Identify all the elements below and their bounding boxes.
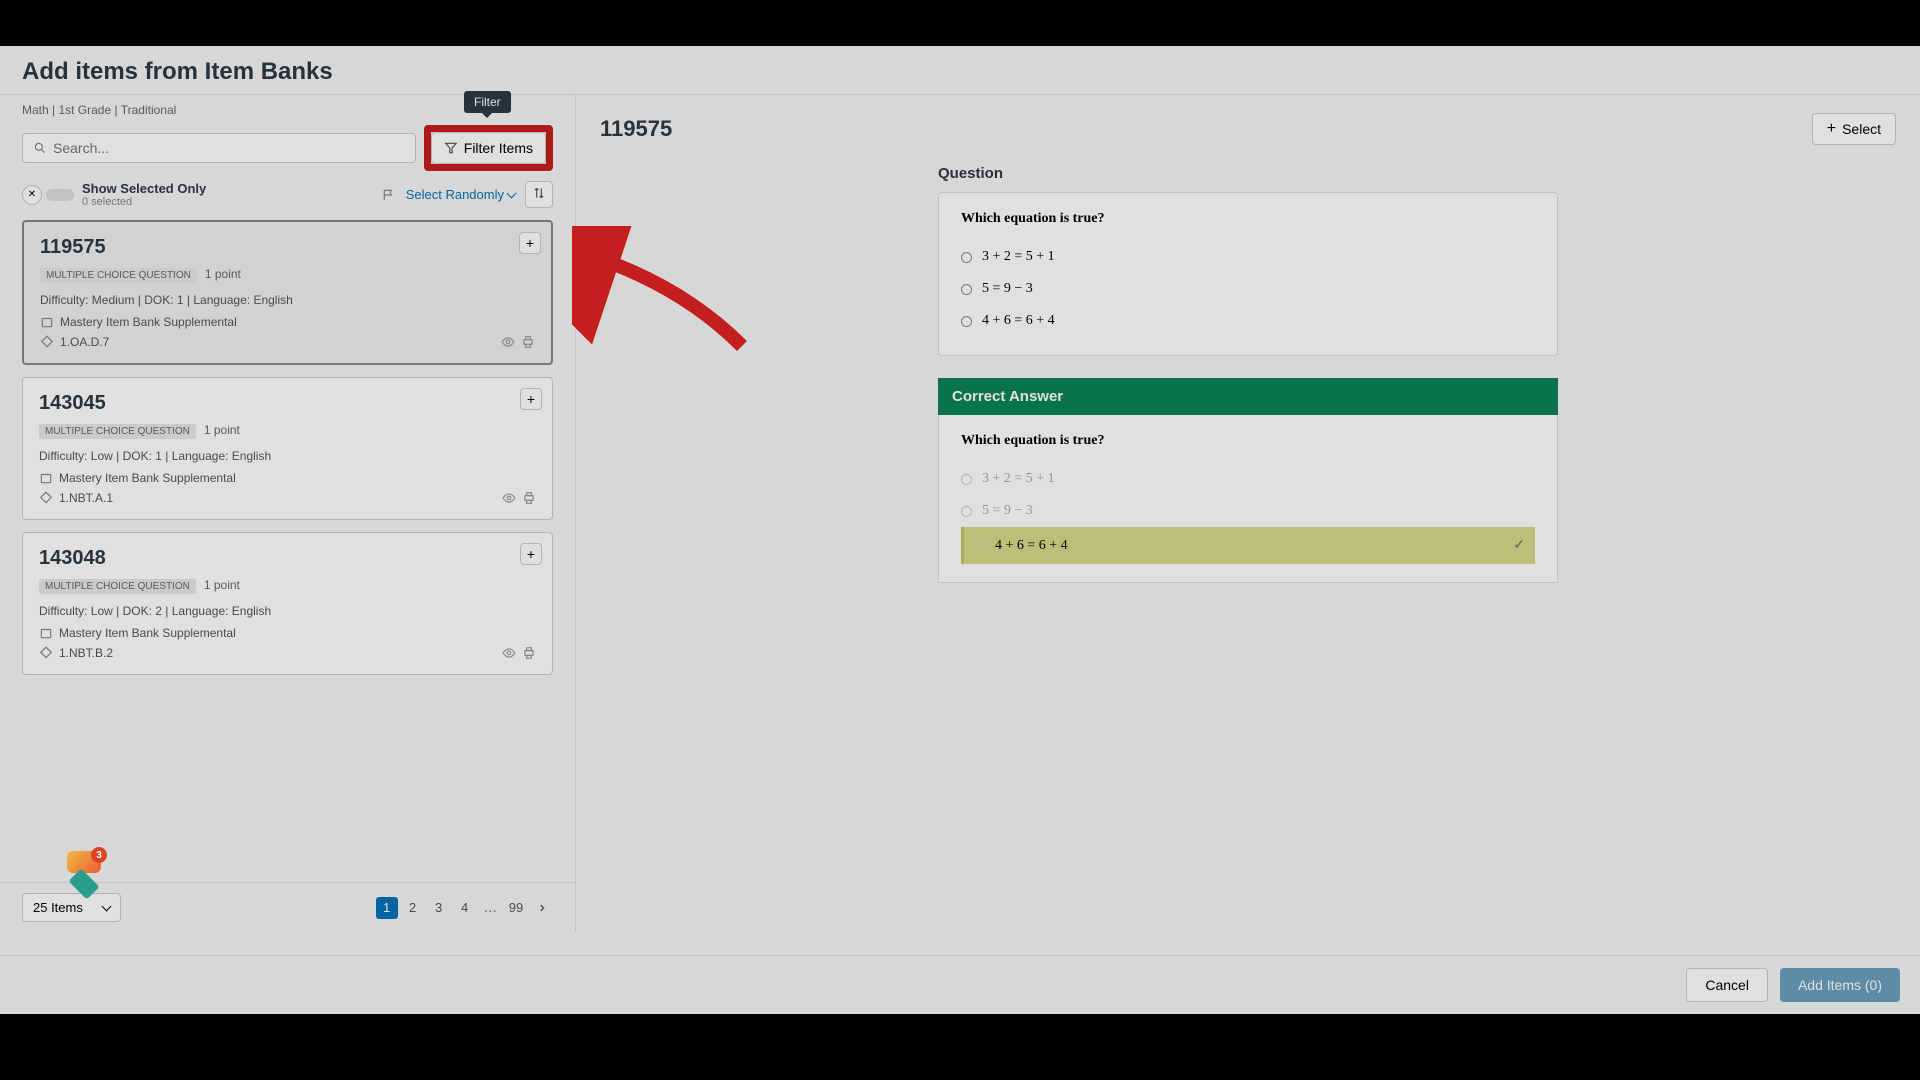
select-randomly-dropdown[interactable]: Select Randomly bbox=[406, 187, 515, 202]
add-item-button[interactable]: + bbox=[520, 388, 542, 410]
check-icon: ✓ bbox=[1513, 537, 1525, 554]
bank-icon bbox=[39, 471, 53, 485]
select-item-button[interactable]: + Select bbox=[1812, 113, 1896, 145]
eye-icon[interactable] bbox=[501, 335, 515, 349]
chevron-down-icon bbox=[508, 187, 515, 202]
radio-icon bbox=[961, 284, 972, 295]
chevron-right-icon bbox=[537, 903, 547, 913]
page-3[interactable]: 3 bbox=[428, 897, 450, 919]
radio-icon bbox=[961, 316, 972, 327]
sort-icon bbox=[532, 186, 546, 200]
item-meta: Difficulty: Low | DOK: 1 | Language: Eng… bbox=[39, 449, 536, 463]
radio-icon bbox=[961, 506, 972, 517]
correct-answer-banner: Correct Answer bbox=[938, 378, 1558, 415]
add-item-button[interactable]: + bbox=[520, 543, 542, 565]
question-option[interactable]: 3 + 2 = 5 + 1 bbox=[961, 241, 1535, 273]
page-2[interactable]: 2 bbox=[402, 897, 424, 919]
page-4[interactable]: 4 bbox=[454, 897, 476, 919]
selected-count: 0 selected bbox=[82, 196, 206, 208]
filter-icon bbox=[444, 141, 458, 155]
cancel-button[interactable]: Cancel bbox=[1686, 968, 1768, 1002]
tag-icon bbox=[40, 335, 54, 349]
page-title: Add items from Item Banks bbox=[22, 58, 1898, 86]
bank-icon bbox=[39, 626, 53, 640]
per-page-select[interactable]: 25 Items 3 bbox=[22, 893, 121, 922]
item-standard: 1.NBT.A.1 bbox=[59, 491, 113, 505]
item-card[interactable]: + 119575 MULTIPLE CHOICE QUESTION 1 point… bbox=[22, 220, 553, 365]
answer-question-text: Which equation is true? bbox=[961, 433, 1535, 449]
answer-option: 5 = 9 − 3 bbox=[961, 495, 1535, 527]
clear-selection-button[interactable]: ✕ bbox=[22, 185, 42, 205]
breadcrumb: Math | 1st Grade | Traditional bbox=[22, 103, 176, 117]
item-points: 1 point bbox=[205, 267, 241, 281]
help-widget[interactable]: 3 bbox=[67, 851, 101, 893]
print-icon[interactable] bbox=[522, 646, 536, 660]
pagination: 1 2 3 4 ... 99 bbox=[376, 897, 553, 919]
print-icon[interactable] bbox=[522, 491, 536, 505]
radio-icon bbox=[961, 474, 972, 485]
item-standard: 1.OA.D.7 bbox=[60, 335, 109, 349]
tag-icon bbox=[39, 646, 53, 660]
item-standard: 1.NBT.B.2 bbox=[59, 646, 113, 660]
item-meta: Difficulty: Medium | DOK: 1 | Language: … bbox=[40, 293, 535, 307]
item-card[interactable]: + 143045 MULTIPLE CHOICE QUESTION 1 point… bbox=[22, 377, 553, 520]
filter-items-button[interactable]: Filter Items bbox=[431, 132, 546, 164]
answer-box: Which equation is true? 3 + 2 = 5 + 1 5 … bbox=[938, 415, 1558, 583]
item-bank: Mastery Item Bank Supplemental bbox=[39, 626, 536, 640]
item-type-badge: MULTIPLE CHOICE QUESTION bbox=[39, 424, 196, 439]
eye-icon[interactable] bbox=[502, 646, 516, 660]
radio-icon bbox=[961, 252, 972, 263]
question-option[interactable]: 4 + 6 = 6 + 4 bbox=[961, 305, 1535, 337]
search-icon bbox=[33, 141, 47, 155]
item-points: 1 point bbox=[204, 423, 240, 437]
eye-icon[interactable] bbox=[502, 491, 516, 505]
search-input[interactable] bbox=[53, 140, 405, 156]
tag-icon bbox=[39, 491, 53, 505]
bank-icon bbox=[40, 315, 54, 329]
preview-item-id: 119575 bbox=[600, 116, 672, 142]
item-bank: Mastery Item Bank Supplemental bbox=[40, 315, 535, 329]
search-input-wrapper[interactable] bbox=[22, 133, 416, 163]
filter-tooltip: Filter bbox=[464, 91, 511, 113]
page-1[interactable]: 1 bbox=[376, 897, 398, 919]
item-points: 1 point bbox=[204, 578, 240, 592]
next-page-button[interactable] bbox=[531, 897, 553, 919]
page-last[interactable]: 99 bbox=[505, 897, 527, 919]
item-id: 143045 bbox=[39, 392, 536, 415]
print-icon[interactable] bbox=[521, 335, 535, 349]
pagination-ellipsis: ... bbox=[480, 899, 501, 917]
question-box: Which equation is true? 3 + 2 = 5 + 1 5 … bbox=[938, 192, 1558, 356]
question-option[interactable]: 5 = 9 − 3 bbox=[961, 273, 1535, 305]
add-items-button[interactable]: Add Items (0) bbox=[1780, 968, 1900, 1002]
question-text: Which equation is true? bbox=[961, 211, 1535, 227]
item-id: 119575 bbox=[40, 236, 535, 259]
item-meta: Difficulty: Low | DOK: 2 | Language: Eng… bbox=[39, 604, 536, 618]
plus-icon: + bbox=[1827, 120, 1836, 138]
filter-button-label: Filter Items bbox=[464, 140, 533, 156]
show-selected-label: Show Selected Only bbox=[82, 181, 206, 196]
radio-icon bbox=[974, 540, 985, 551]
question-label: Question bbox=[938, 165, 1558, 182]
item-id: 143048 bbox=[39, 547, 536, 570]
item-type-badge: MULTIPLE CHOICE QUESTION bbox=[39, 579, 196, 594]
answer-option-correct: 4 + 6 = 6 + 4 ✓ bbox=[961, 527, 1535, 564]
item-bank: Mastery Item Bank Supplemental bbox=[39, 471, 536, 485]
item-card[interactable]: + 143048 MULTIPLE CHOICE QUESTION 1 point… bbox=[22, 532, 553, 675]
item-type-badge: MULTIPLE CHOICE QUESTION bbox=[40, 268, 197, 283]
show-selected-toggle[interactable] bbox=[46, 189, 74, 201]
answer-option: 3 + 2 = 5 + 1 bbox=[961, 463, 1535, 495]
sort-button[interactable] bbox=[525, 181, 553, 208]
chevron-down-icon bbox=[103, 900, 110, 915]
add-item-button[interactable]: + bbox=[519, 232, 541, 254]
flag-icon bbox=[382, 188, 396, 202]
